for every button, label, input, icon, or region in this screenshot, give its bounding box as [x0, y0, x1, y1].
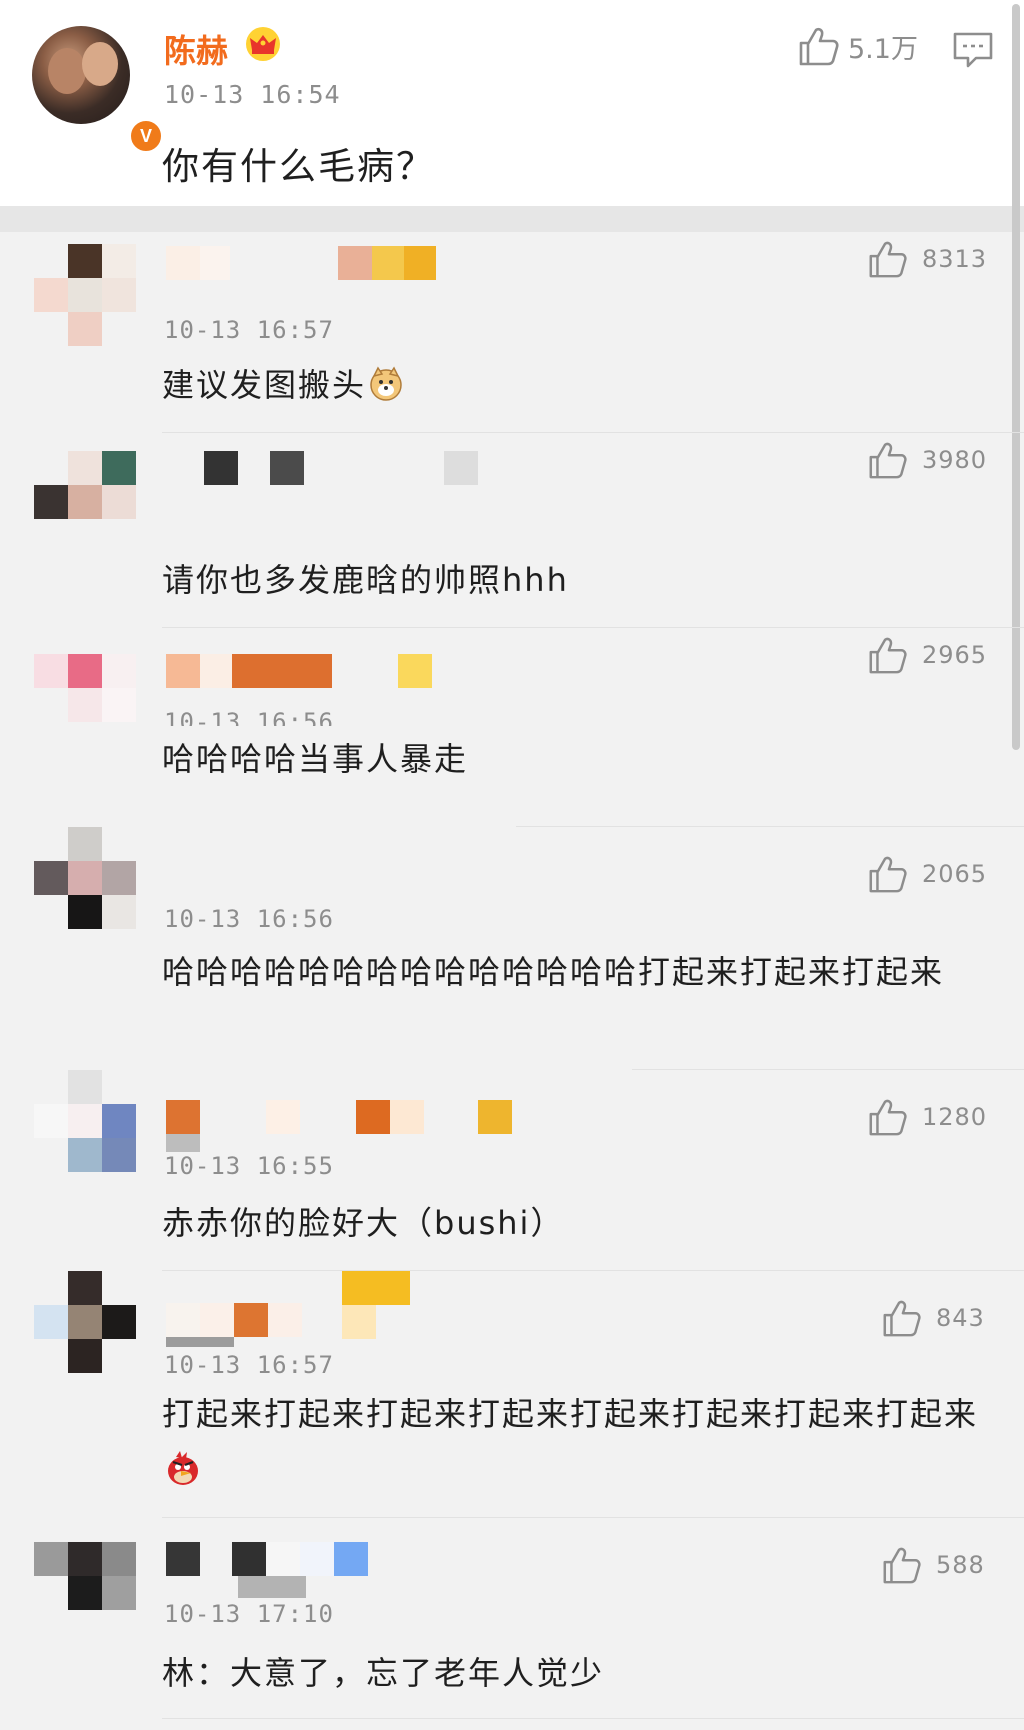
thumbs-up-icon	[883, 1300, 921, 1337]
thumbs-up-icon	[869, 241, 907, 278]
comment-item: 10-13 16:55 赤赤你的脸好大（bushi） 1280	[0, 1070, 1024, 1270]
like-count: 588	[936, 1551, 985, 1579]
comment-text: 赤赤你的脸好大（bushi）	[162, 1204, 565, 1242]
avatar[interactable]: V	[32, 26, 164, 154]
username-mosaic	[166, 1134, 200, 1152]
like-button[interactable]: 2065	[866, 853, 987, 895]
like-button[interactable]: 5.1万	[796, 24, 918, 68]
row-divider	[162, 1718, 1024, 1719]
comment-item: 10-13 16:57 建议发图搬头 8313	[0, 232, 1024, 432]
comment-timestamp: 10-13 17:10	[164, 1600, 334, 1628]
comment-timestamp: 10-13 16:55	[164, 1152, 334, 1180]
comment-icon[interactable]	[952, 30, 994, 70]
username-mosaic	[342, 1305, 376, 1339]
avatar[interactable]	[34, 827, 136, 929]
comment-text: 打起来打起来打起来打起来打起来打起来打起来打起来	[162, 1387, 982, 1495]
thumbs-up-icon	[869, 637, 907, 674]
comment-text: 哈哈哈哈当事人暴走	[162, 740, 469, 778]
doge-emoji-icon	[370, 366, 402, 401]
comment-text: 哈哈哈哈哈哈哈哈哈哈哈哈哈哈打起来打起来打起来	[162, 953, 945, 991]
username-mosaic	[166, 1337, 234, 1347]
post-text: 你有什么毛病？	[162, 145, 435, 188]
username-mosaic[interactable]	[166, 451, 478, 487]
thumbs-up-icon	[869, 1099, 907, 1136]
angry-bird-emoji-icon	[168, 1451, 198, 1485]
avatar[interactable]	[34, 1542, 136, 1644]
comment-item: 10-13 17:10 林：大意了，忘了老年人觉少 588	[0, 1518, 1024, 1730]
thumbs-up-icon	[869, 442, 907, 479]
username-mosaic[interactable]	[166, 654, 432, 690]
crown-icon	[246, 27, 280, 61]
comment-item: 10-13 16:56 哈哈哈哈当事人暴走 2965	[0, 628, 1024, 826]
like-count: 2065	[922, 860, 988, 888]
comment-timestamp: 10-13 16:57	[164, 1351, 334, 1379]
like-button[interactable]: 3980	[866, 439, 987, 481]
main-post: V 陈赫 10-13 16:54 你有什么毛病？ 5.1万	[0, 0, 1024, 206]
like-button[interactable]: 588	[880, 1544, 985, 1586]
like-button[interactable]: 8313	[866, 238, 987, 280]
post-timestamp: 10-13 16:54	[164, 80, 341, 109]
like-count: 5.1万	[848, 33, 918, 65]
avatar-face	[82, 42, 118, 86]
comment-text: 林：大意了，忘了老年人觉少	[162, 1654, 605, 1692]
avatar[interactable]	[34, 1070, 136, 1172]
like-count: 2965	[922, 641, 988, 669]
username-mosaic[interactable]	[166, 1100, 512, 1136]
like-count: 843	[936, 1304, 985, 1332]
username-mosaic[interactable]	[166, 1542, 368, 1578]
like-count: 3980	[922, 446, 988, 474]
comment-text-content: 打起来打起来打起来打起来打起来打起来打起来打起来	[162, 1395, 979, 1433]
verified-icon: V	[128, 118, 164, 154]
comment-timestamp: 10-13 16:56	[164, 905, 334, 933]
comment-text: 请你也多发鹿晗的帅照hhh	[162, 561, 569, 599]
thumbs-up-icon	[883, 1547, 921, 1584]
username[interactable]: 陈赫	[164, 26, 228, 72]
like-count: 8313	[922, 245, 988, 273]
comment-item: 10-13 16:56 哈哈哈哈哈哈哈哈哈哈哈哈哈哈打起来打起来打起来 2065	[0, 827, 1024, 1069]
comment-timestamp: 10-13 16:57	[164, 316, 334, 344]
comment-item: 请你也多发鹿晗的帅照hhh 3980	[0, 433, 1024, 627]
username-mosaic	[342, 1271, 410, 1305]
comment-text: 建议发图搬头	[162, 358, 982, 412]
comment-timestamp: 10-13 16:56	[164, 708, 334, 726]
avatar[interactable]	[34, 1271, 136, 1373]
avatar[interactable]	[34, 451, 136, 553]
avatar[interactable]	[34, 244, 136, 346]
like-count: 1280	[922, 1103, 988, 1131]
comment-text-content: 建议发图搬头	[162, 366, 367, 404]
username-mosaic	[238, 1576, 306, 1598]
like-button[interactable]: 1280	[866, 1096, 987, 1138]
comment-item: 10-13 16:57 打起来打起来打起来打起来打起来打起来打起来打起来 843	[0, 1271, 1024, 1517]
thumbs-up-icon	[869, 856, 907, 893]
like-button[interactable]: 843	[880, 1297, 985, 1339]
avatar[interactable]	[34, 654, 136, 756]
like-button[interactable]: 2965	[866, 634, 987, 676]
avatar-face	[48, 48, 86, 94]
section-divider	[0, 206, 1024, 232]
username-mosaic[interactable]	[166, 246, 436, 282]
thumbs-up-icon	[799, 27, 839, 66]
username-mosaic[interactable]	[166, 1303, 302, 1339]
